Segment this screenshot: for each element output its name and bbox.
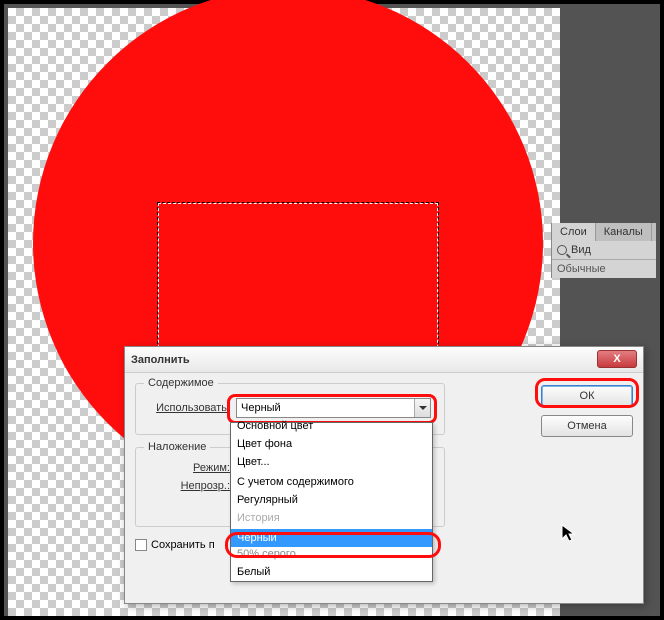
- chevron-down-icon: [414, 399, 430, 417]
- use-combobox-value: Черный: [241, 402, 281, 414]
- dropdown-option: История: [231, 509, 432, 527]
- blending-legend: Наложение: [144, 441, 210, 453]
- dropdown-option[interactable]: Основной цвет: [231, 420, 432, 435]
- layer-filter-label: Вид: [571, 244, 591, 256]
- use-label: Использовать:: [146, 402, 236, 414]
- search-icon: [557, 245, 567, 255]
- dialog-title: Заполнить: [131, 354, 190, 366]
- tab-layers[interactable]: Слои: [552, 223, 596, 241]
- use-dropdown-list[interactable]: Основной цвет Цвет фона Цвет... С учетом…: [230, 422, 433, 582]
- preserve-transparency-checkbox[interactable]: [135, 539, 147, 551]
- close-button[interactable]: X: [597, 350, 637, 368]
- use-combobox[interactable]: Черный: [236, 398, 431, 418]
- blend-mode-display[interactable]: Обычные: [552, 260, 656, 278]
- dropdown-option[interactable]: С учетом содержимого: [231, 473, 432, 491]
- selection-marquee: [158, 203, 438, 368]
- mode-label: Режим:: [146, 462, 236, 474]
- cursor-icon: [561, 524, 577, 547]
- cancel-button[interactable]: Отмена: [541, 415, 633, 437]
- fill-dialog: Заполнить X Содержимое Использовать: Чер…: [124, 346, 644, 604]
- dropdown-option[interactable]: Белый: [231, 563, 432, 581]
- content-legend: Содержимое: [144, 377, 218, 389]
- layers-panel: Слои Каналы Вид Обычные: [551, 223, 656, 278]
- preserve-transparency-label: Сохранить п: [151, 539, 215, 551]
- tab-channels[interactable]: Каналы: [596, 223, 652, 241]
- opacity-label: Непрозр.:: [146, 480, 236, 492]
- layer-filter-row[interactable]: Вид: [552, 241, 656, 260]
- ok-button[interactable]: ОК: [541, 385, 633, 407]
- dropdown-option[interactable]: 50% серого: [231, 545, 432, 563]
- dropdown-option[interactable]: Регулярный: [231, 491, 432, 509]
- dropdown-option[interactable]: Цвет фона: [231, 435, 432, 453]
- dropdown-option[interactable]: Цвет...: [231, 453, 432, 471]
- dialog-titlebar[interactable]: Заполнить X: [125, 347, 643, 373]
